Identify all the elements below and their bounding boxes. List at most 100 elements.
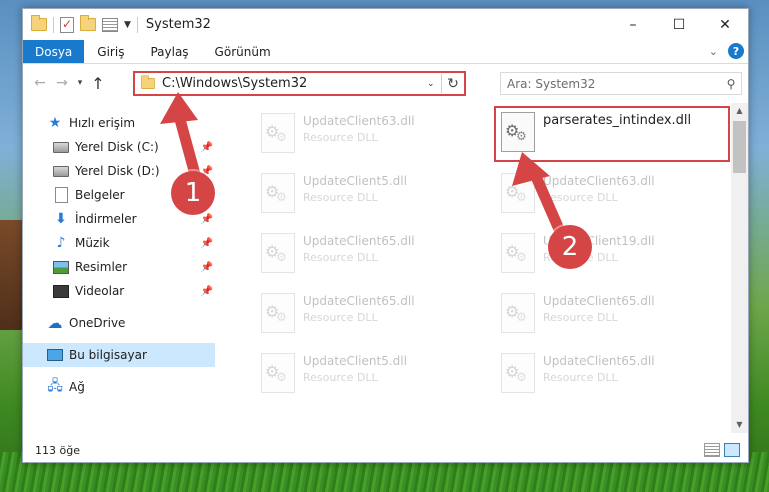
scroll-down-icon[interactable]: ▼ — [731, 417, 748, 433]
file-type: Resource DLL — [303, 251, 378, 264]
file-type: Resource DLL — [303, 191, 378, 204]
maximize-button[interactable]: ☐ — [656, 9, 702, 40]
dll-file-icon — [261, 293, 295, 333]
sidebar-item-onedrive[interactable]: ☁ OneDrive — [23, 311, 215, 335]
forward-arrow-icon[interactable]: → — [51, 75, 73, 91]
new-folder-icon[interactable] — [80, 15, 96, 31]
refresh-icon[interactable]: ↻ — [442, 76, 464, 92]
quick-access-toolbar: ▼ — [23, 15, 138, 33]
file-item[interactable]: UpdateClient65.dll Resource DLL — [496, 349, 726, 401]
callout-badge-2: 2 — [548, 225, 592, 269]
sidebar-item-label: Hızlı erişim — [69, 116, 136, 130]
content-area: ★ Hızlı erişim Yerel Disk (C:) 📌 Yerel D… — [23, 103, 748, 425]
pin-icon[interactable]: 📌 — [199, 286, 215, 297]
dll-file-icon — [261, 353, 295, 393]
tiles-view-icon[interactable] — [724, 443, 740, 457]
tab-share[interactable]: Paylaş — [137, 40, 201, 63]
title-bar: ▼ System32 – ☐ ✕ — [23, 9, 748, 40]
sidebar-item-label: Yerel Disk (C:) — [75, 140, 159, 154]
file-item[interactable]: UpdateClient5.dll Resource DLL — [256, 349, 486, 401]
status-bar: 113 öğe — [23, 438, 748, 462]
recent-locations-chevron-icon[interactable]: ▾ — [73, 78, 87, 88]
dll-file-icon — [501, 293, 535, 333]
explorer-window: ▼ System32 – ☐ ✕ Dosya Giriş Paylaş Görü… — [22, 8, 749, 463]
pin-icon[interactable]: 📌 — [199, 262, 215, 273]
drive-icon — [53, 139, 69, 155]
dll-file-icon — [261, 173, 295, 213]
address-folder-icon — [141, 75, 155, 90]
file-item[interactable]: UpdateClient65.dll Resource DLL — [256, 289, 486, 341]
address-dropdown-icon[interactable]: ⌄ — [427, 79, 441, 89]
sidebar-item-videos[interactable]: Videolar 📌 — [23, 279, 215, 303]
view-buttons — [704, 443, 740, 457]
search-placeholder[interactable]: Ara: System32 — [507, 77, 721, 91]
barn-background — [0, 220, 24, 330]
qat-dropdown-icon[interactable]: ▼ — [124, 20, 131, 30]
file-type: Resource DLL — [543, 191, 618, 204]
back-arrow-icon[interactable]: ← — [29, 75, 51, 91]
up-arrow-icon[interactable]: ↑ — [87, 74, 109, 93]
window-title: System32 — [145, 17, 211, 32]
file-item[interactable]: UpdateClient63.dll Resource DLL — [496, 169, 726, 221]
properties-check-icon[interactable] — [60, 16, 74, 33]
file-name: UpdateClient5.dll — [303, 174, 407, 188]
expand-ribbon-chevron-icon[interactable]: ⌄ — [709, 45, 718, 58]
ribbon-right-controls: ⌄ ? — [709, 43, 744, 59]
window-controls: – ☐ ✕ — [610, 9, 748, 40]
sidebar-item-this-pc[interactable]: Bu bilgisayar — [23, 343, 215, 367]
pin-icon[interactable]: 📌 — [199, 238, 215, 249]
dll-file-icon — [501, 173, 535, 213]
dll-file-icon — [261, 233, 295, 273]
file-item[interactable]: UpdateClient65.dll Resource DLL — [256, 229, 486, 281]
search-icon[interactable]: ⚲ — [721, 77, 741, 91]
dll-file-icon — [261, 113, 295, 153]
scroll-up-icon[interactable]: ▲ — [731, 103, 748, 119]
toolbar-divider — [53, 16, 54, 33]
file-name: UpdateClient65.dll — [303, 234, 415, 248]
vertical-scrollbar[interactable]: ▲ ▼ — [731, 103, 748, 433]
navigation-pane: ★ Hızlı erişim Yerel Disk (C:) 📌 Yerel D… — [23, 103, 223, 425]
sidebar-item-label: OneDrive — [69, 316, 126, 330]
tab-home[interactable]: Giriş — [84, 40, 137, 63]
file-name: UpdateClient5.dll — [303, 354, 407, 368]
file-item-highlighted[interactable]: parserates_intindex.dll — [494, 106, 730, 162]
file-name: UpdateClient65.dll — [543, 354, 655, 368]
file-list: UpdateClient63.dll Resource DLL parserate… — [236, 103, 733, 425]
file-item[interactable]: UpdateClient63.dll Resource DLL — [256, 109, 486, 161]
file-item[interactable]: UpdateClient65.dll Resource DLL — [496, 289, 726, 341]
dll-file-icon — [501, 112, 535, 152]
file-name: UpdateClient65.dll — [543, 294, 655, 308]
file-item[interactable]: UpdateClient5.dll Resource DLL — [256, 169, 486, 221]
file-item[interactable]: UpdateClient19.dllResource DLL — [496, 229, 726, 281]
minimize-button[interactable]: – — [610, 9, 656, 40]
sidebar-item-label: Ağ — [69, 380, 85, 394]
pin-icon[interactable]: 📌 — [199, 214, 215, 225]
folder-icon[interactable] — [31, 15, 47, 31]
file-type: Resource DLL — [543, 371, 618, 384]
sidebar-item-quick-access[interactable]: ★ Hızlı erişim — [23, 111, 215, 135]
close-button[interactable]: ✕ — [702, 9, 748, 40]
tab-file[interactable]: Dosya — [23, 40, 85, 63]
sidebar-item-network[interactable]: 🖧 Ağ — [23, 375, 215, 399]
details-view-icon[interactable] — [704, 443, 720, 457]
sidebar-item-label: Videolar — [75, 284, 125, 298]
sidebar-item-local-disk-c[interactable]: Yerel Disk (C:) 📌 — [23, 135, 215, 159]
pin-icon[interactable]: 📌 — [199, 142, 215, 153]
network-icon: 🖧 — [47, 378, 63, 394]
tab-view[interactable]: Görünüm — [202, 40, 284, 63]
ribbon-tabs: Dosya Giriş Paylaş Görünüm ⌄ ? — [23, 40, 748, 64]
help-icon[interactable]: ? — [728, 43, 744, 59]
sidebar-item-music[interactable]: ♪ Müzik 📌 — [23, 231, 215, 255]
item-count: 113 öğe — [35, 443, 80, 457]
customize-icon[interactable] — [102, 17, 118, 32]
address-bar[interactable]: C:\Windows\System32 ⌄ ↻ — [133, 71, 466, 96]
search-box[interactable]: Ara: System32 ⚲ — [500, 72, 742, 95]
file-name: UpdateClient63.dll — [303, 114, 415, 128]
address-path[interactable]: C:\Windows\System32 — [162, 76, 427, 91]
videos-icon — [53, 283, 69, 299]
download-icon: ⬇ — [55, 211, 67, 227]
scrollbar-thumb[interactable] — [733, 121, 746, 173]
computer-icon — [47, 347, 63, 363]
cloud-icon: ☁ — [47, 314, 63, 332]
sidebar-item-pictures[interactable]: Resimler 📌 — [23, 255, 215, 279]
